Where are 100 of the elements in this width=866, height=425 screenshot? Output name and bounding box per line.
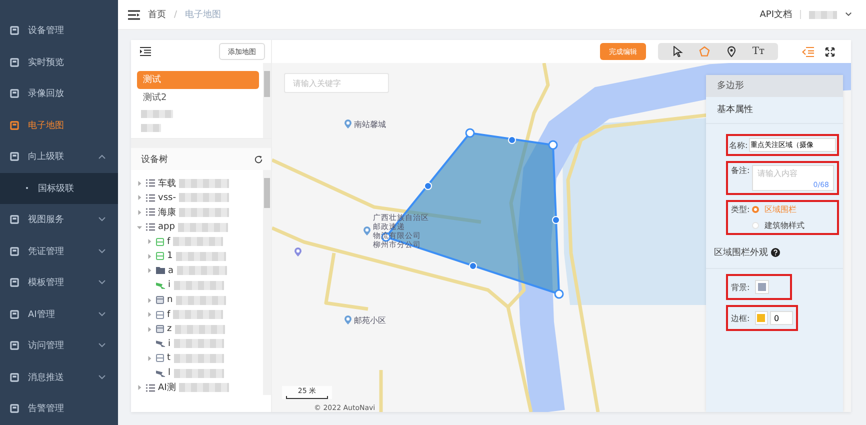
indent-icon[interactable] [140,47,151,56]
api-docs-link[interactable]: API文档 [760,8,792,21]
sidebar-item[interactable]: 访问管理 [0,330,118,362]
tree-node[interactable]: 车载 [131,176,263,191]
menu-item-icon [10,341,19,350]
camera-icon [156,340,165,348]
place-label: 南站馨城 [354,120,386,128]
tree-node[interactable]: i [131,278,263,293]
menu-item-icon [10,152,19,162]
sidebar-subitem[interactable]: 国标级联 [0,172,118,204]
blurred-text [176,266,227,276]
list-icon [146,179,155,188]
caret-icon [98,280,106,286]
tree-node[interactable]: f [131,307,263,322]
map-pin-icon[interactable] [344,119,352,129]
pointer-icon [672,46,682,57]
blurred-text [176,252,226,261]
menu-item-icon [10,246,19,256]
server-icon [156,310,164,319]
tree-node[interactable]: a [131,264,263,278]
blurred-text [174,324,225,334]
panel-toggle-icon[interactable] [802,46,814,56]
sidebar-item[interactable]: 告警管理 [0,393,118,424]
sidebar-item[interactable]: 凭证管理 [0,236,118,267]
tree-node[interactable]: z [131,322,263,337]
tree-node[interactable]: f [131,234,263,249]
sidebar-item[interactable]: 录像回放 [0,78,118,110]
tree-node[interactable]: n [131,292,263,308]
menu-item-icon [10,215,19,224]
server-icon [156,238,164,246]
tree-node[interactable]: 海康 [131,205,263,220]
pentagon-icon [699,46,710,57]
sidebar-item[interactable]: AI管理 [0,298,118,330]
breadcrumb-item[interactable]: 首页 [148,8,166,21]
tree-node[interactable]: 1 [131,248,263,264]
field-label: 名称: [729,140,748,150]
field-label: 边框: [731,312,750,324]
folder-icon [156,267,165,274]
camera-icon [156,370,165,377]
sidebar-item[interactable]: 电子地图 [0,110,118,141]
menu-item-icon [10,278,19,288]
border-width-field[interactable]: 0 [770,311,793,325]
panel-title: 多边形 [706,75,843,97]
tree-node[interactable]: i [131,336,263,352]
tree-node[interactable]: vss- [131,190,263,206]
server-icon [156,354,164,362]
caret-icon[interactable] [845,12,852,17]
scrollbar[interactable] [263,63,271,138]
section-title: 区域围栏外观 [714,246,768,259]
sidebar-item[interactable]: 视图服务 [0,204,118,236]
sidebar-item[interactable]: 模板管理 [0,267,118,298]
menu-icon[interactable] [128,10,140,20]
sidebar-item[interactable]: 实时预览 [0,46,118,78]
map-list-item[interactable]: 测试2 [137,89,259,107]
search-field[interactable]: 请输入关键字 [284,73,389,93]
blurred-text [173,237,224,246]
radio-option[interactable]: 建筑物样式 [752,220,805,231]
blurred-text [178,383,229,392]
blurred-text [173,310,224,320]
tree-node[interactable]: AI测 [131,380,263,395]
sidebar-item[interactable]: 向上级联 [0,141,118,172]
refresh-icon[interactable] [254,154,263,164]
fullscreen-icon[interactable] [825,46,835,56]
blurred-text [174,280,224,290]
tree-node[interactable]: l [131,366,263,380]
menu-item-icon [10,58,19,67]
list-icon [146,208,155,216]
menu-item-icon [10,26,19,36]
text-tool-button[interactable]: Tт [745,43,772,60]
tree-node[interactable]: app [131,220,263,234]
polygon-area[interactable] [381,128,564,299]
camera-icon [156,282,165,289]
blurred-text [174,368,224,378]
blurred-text [174,339,224,348]
scrollbar[interactable] [263,170,271,395]
map-pin-icon [727,46,736,57]
map-pin-icon[interactable] [294,247,302,257]
blurred-text [141,110,173,118]
color-picker[interactable] [754,280,769,294]
map-pin-icon[interactable] [363,226,371,236]
blurred-text [178,222,228,232]
section-title: 基本属性 [706,97,843,124]
sidebar-item[interactable]: 消息推送 [0,362,118,393]
list-icon [146,223,155,232]
recorder-icon [156,325,164,334]
caret-icon [98,154,106,160]
list-icon [146,194,155,202]
color-picker[interactable] [754,311,768,325]
blurred-username [809,10,837,18]
recorder-icon [156,296,164,304]
tree-node[interactable]: t [131,351,263,366]
menu-item-icon [10,120,19,130]
breadcrumb-separator: / [174,10,178,20]
sidebar-item[interactable]: 设备管理 [0,15,118,46]
device-tree-title: 设备树 [141,154,168,166]
help-icon[interactable] [771,248,780,257]
field-label: 备注: [731,165,750,176]
blurred-text [176,296,226,305]
map-pin-icon[interactable] [344,315,352,325]
blurred-text [179,208,229,217]
